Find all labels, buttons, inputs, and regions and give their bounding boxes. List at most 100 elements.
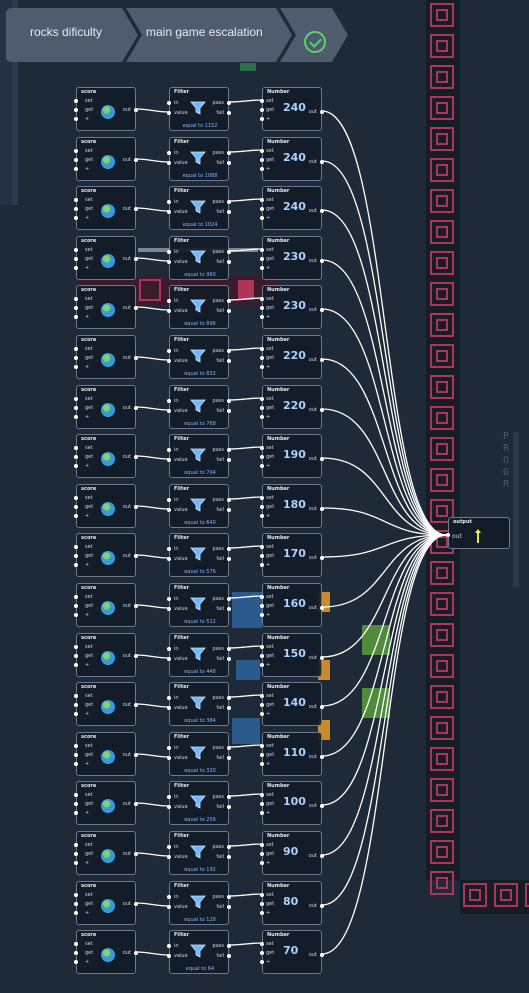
filter-fail-port[interactable] (227, 657, 231, 661)
number-set-port[interactable] (260, 645, 264, 649)
number-node[interactable]: Number set get + out 180 (260, 484, 324, 528)
score-plus-port[interactable] (74, 315, 78, 319)
filter-node[interactable]: Filter in value pass fail equal to 256 (167, 781, 231, 825)
filter-pass-port[interactable] (227, 895, 231, 899)
number-node[interactable]: Number set get + out 90 (260, 831, 324, 875)
number-out-port[interactable] (320, 854, 324, 858)
filter-fail-port[interactable] (227, 260, 231, 264)
score-set-port[interactable] (74, 99, 78, 103)
number-plus-port[interactable] (260, 216, 264, 220)
filter-in-port[interactable] (167, 349, 171, 353)
number-out-port[interactable] (320, 308, 324, 312)
filter-fail-port[interactable] (227, 607, 231, 611)
score-get-port[interactable] (74, 257, 78, 261)
score-set-port[interactable] (74, 198, 78, 202)
number-plus-port[interactable] (260, 663, 264, 667)
filter-fail-port[interactable] (227, 111, 231, 115)
score-plus-port[interactable] (74, 167, 78, 171)
score-node[interactable]: score set get + out (74, 236, 138, 280)
filter-node[interactable]: Filter in value pass fail equal to 704 (167, 434, 231, 478)
number-out-port[interactable] (320, 556, 324, 560)
filter-value-port[interactable] (167, 905, 171, 909)
number-out-port[interactable] (320, 606, 324, 610)
number-node[interactable]: Number set get + out 220 (260, 335, 324, 379)
score-set-port[interactable] (74, 595, 78, 599)
score-out-port[interactable] (134, 356, 138, 360)
score-plus-port[interactable] (74, 960, 78, 964)
number-plus-port[interactable] (260, 563, 264, 567)
filter-pass-port[interactable] (227, 547, 231, 551)
number-get-port[interactable] (260, 951, 264, 955)
score-out-port[interactable] (134, 852, 138, 856)
score-out-port[interactable] (134, 703, 138, 707)
filter-fail-port[interactable] (227, 508, 231, 512)
filter-in-port[interactable] (167, 746, 171, 750)
number-node[interactable]: Number set get + out 240 (260, 186, 324, 230)
number-node[interactable]: Number set get + out 230 (260, 236, 324, 280)
number-get-port[interactable] (260, 108, 264, 112)
filter-pass-port[interactable] (227, 299, 231, 303)
filter-value-port[interactable] (167, 161, 171, 165)
score-out-port[interactable] (134, 802, 138, 806)
score-out-port[interactable] (134, 306, 138, 310)
score-out-port[interactable] (134, 455, 138, 459)
score-set-port[interactable] (74, 496, 78, 500)
score-get-port[interactable] (74, 158, 78, 162)
score-set-port[interactable] (74, 645, 78, 649)
filter-value-port[interactable] (167, 210, 171, 214)
filter-pass-port[interactable] (227, 151, 231, 155)
score-plus-port[interactable] (74, 117, 78, 121)
filter-value-port[interactable] (167, 409, 171, 413)
number-out-port[interactable] (320, 656, 324, 660)
filter-fail-port[interactable] (227, 359, 231, 363)
number-set-port[interactable] (260, 99, 264, 103)
number-set-port[interactable] (260, 793, 264, 797)
filter-node[interactable]: Filter in value pass fail equal to 384 (167, 682, 231, 726)
number-get-port[interactable] (260, 852, 264, 856)
number-plus-port[interactable] (260, 811, 264, 815)
number-plus-port[interactable] (260, 911, 264, 915)
filter-pass-port[interactable] (227, 101, 231, 105)
filter-value-port[interactable] (167, 805, 171, 809)
number-node[interactable]: Number set get + out 230 (260, 285, 324, 329)
filter-pass-port[interactable] (227, 250, 231, 254)
number-set-port[interactable] (260, 843, 264, 847)
filter-value-port[interactable] (167, 607, 171, 611)
number-set-port[interactable] (260, 149, 264, 153)
score-get-port[interactable] (74, 703, 78, 707)
filter-node[interactable]: Filter in value pass fail equal to 512 (167, 583, 231, 627)
score-set-port[interactable] (74, 149, 78, 153)
score-plus-port[interactable] (74, 464, 78, 468)
number-node[interactable]: Number set get + out 240 (260, 137, 324, 181)
number-node[interactable]: Number set get + out 240 (260, 87, 324, 131)
score-out-port[interactable] (134, 554, 138, 558)
score-node[interactable]: score set get + out (74, 781, 138, 825)
score-plus-port[interactable] (74, 861, 78, 865)
filter-node[interactable]: Filter in value pass fail equal to 640 (167, 484, 231, 528)
score-get-port[interactable] (74, 753, 78, 757)
score-node[interactable]: score set get + out (74, 930, 138, 974)
filter-fail-port[interactable] (227, 161, 231, 165)
score-plus-port[interactable] (74, 663, 78, 667)
number-node[interactable]: Number set get + out 110 (260, 732, 324, 776)
score-get-port[interactable] (74, 554, 78, 558)
score-set-port[interactable] (74, 694, 78, 698)
filter-fail-port[interactable] (227, 756, 231, 760)
number-out-port[interactable] (320, 953, 324, 957)
score-set-port[interactable] (74, 545, 78, 549)
score-out-port[interactable] (134, 406, 138, 410)
score-plus-port[interactable] (74, 613, 78, 617)
score-node[interactable]: score set get + out (74, 484, 138, 528)
number-node[interactable]: Number set get + out 100 (260, 781, 324, 825)
filter-value-port[interactable] (167, 508, 171, 512)
filter-in-port[interactable] (167, 448, 171, 452)
number-plus-port[interactable] (260, 415, 264, 419)
number-node[interactable]: Number set get + out 150 (260, 633, 324, 677)
score-out-port[interactable] (134, 108, 138, 112)
score-get-port[interactable] (74, 902, 78, 906)
score-get-port[interactable] (74, 207, 78, 211)
score-plus-port[interactable] (74, 514, 78, 518)
filter-node[interactable]: Filter in value pass fail equal to 896 (167, 285, 231, 329)
number-plus-port[interactable] (260, 266, 264, 270)
filter-in-port[interactable] (167, 200, 171, 204)
